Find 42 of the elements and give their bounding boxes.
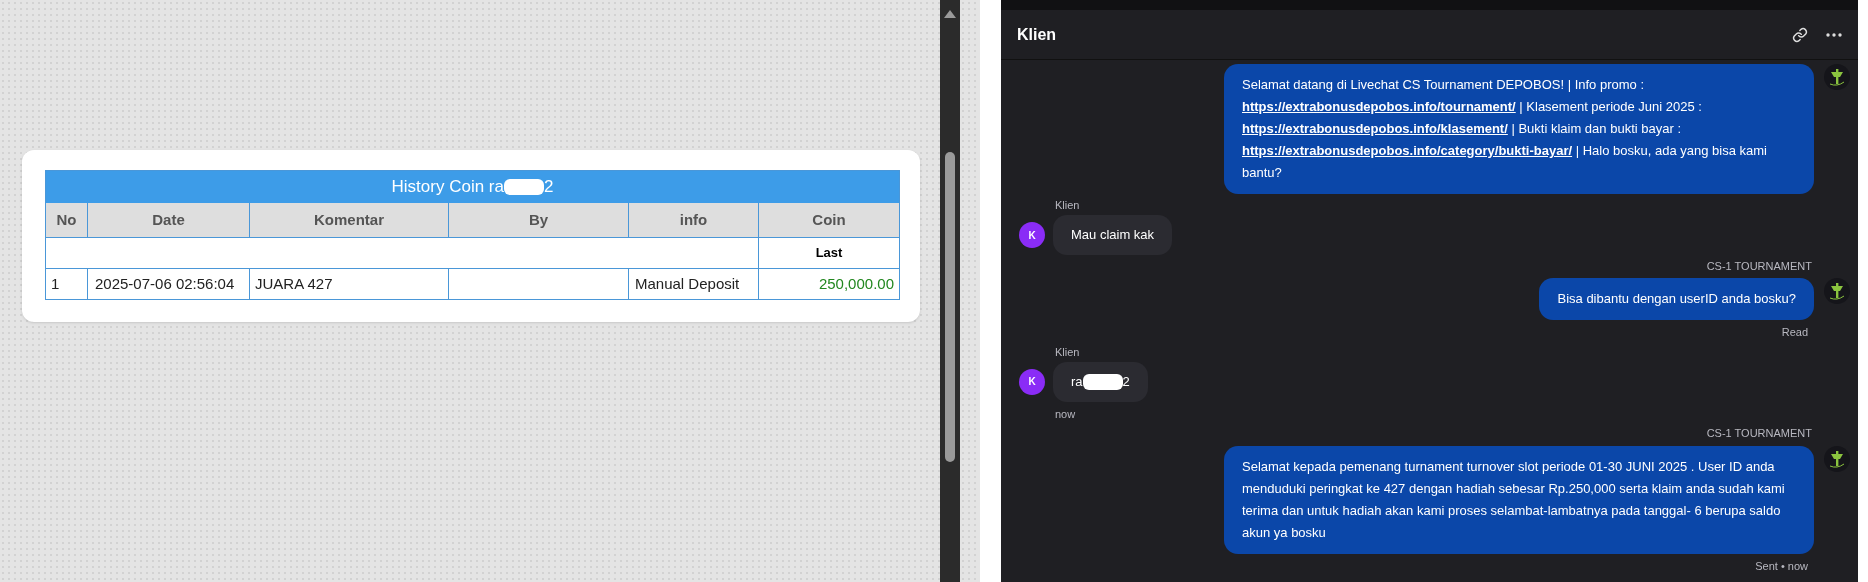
- table-cell: 1: [46, 269, 88, 299]
- logo-icon: [1824, 64, 1850, 90]
- column-header: No: [46, 203, 88, 237]
- sender-name: Klien: [1055, 344, 1080, 360]
- redaction-mark: [503, 179, 544, 195]
- table-cell: JUARA 427: [250, 269, 449, 299]
- table-cell: Manual Deposit: [629, 269, 759, 299]
- table-title: History Coin ra 2: [46, 171, 899, 203]
- scrollbar[interactable]: [940, 0, 960, 582]
- logo-icon: [1824, 278, 1850, 305]
- column-header: Date: [88, 203, 250, 237]
- message-link[interactable]: https://extrabonusdepobos.info/tournament/: [1242, 99, 1516, 114]
- table-cell: 2025-07-06 02:56:04: [88, 269, 250, 299]
- message-text: Selamat kepada pemenang turnament turnover slot periode 01-30 JUNI 2025 . User ID anda menduduki peringkat ke 427 dengan hadiah sebesar Rp.250,000 serta klaim anda sudah kami terima dan untuk hadiah akan kami proses selambat-lambatnya pada tanggal- 6 berupa saldo akun ya bosku: [1242, 457, 1786, 542]
- scrollbar-thumb[interactable]: [945, 152, 955, 462]
- message-text: Selamat datang di Livechat CS Tournament DEPOBOS! | Info promo : https://extrabonusdepobos.info/tournament/ | Klasement periode Juni 2025 : https://extrabonusdepobos.info/klasement/ | Bukti klaim dan bukti bayar : https://extrabonusdepobos.info/category/bukti-bayar/ | Halo bosku, ada yang bisa kami bantu?: [1242, 76, 1768, 182]
- column-header: info: [629, 203, 759, 237]
- sender-name: CS-1 TOURNAMENT: [1706, 258, 1812, 274]
- column-header: By: [449, 203, 629, 237]
- column-header: Coin: [811, 209, 847, 230]
- message-text: 2: [1122, 373, 1130, 392]
- sender-name: Klien: [1055, 197, 1080, 213]
- table-cell-text: Last: [814, 244, 844, 263]
- chat-title: Klien: [1017, 24, 1057, 45]
- message-link[interactable]: https://extrabonusdepobos.info/category/bukti-bayar/: [1242, 143, 1573, 158]
- table-cell-text: 250,000.00: [817, 273, 895, 294]
- sender-name: CS-1 TOURNAMENT: [1706, 426, 1812, 441]
- message-status: Read: [1781, 325, 1808, 341]
- logo-icon: [1824, 445, 1850, 472]
- message-text: Bisa dibantu dengan userID anda bosku?: [1557, 290, 1796, 309]
- link-icon[interactable]: [1792, 26, 1808, 43]
- more-icon[interactable]: [1826, 32, 1842, 37]
- message-link[interactable]: https://extrabonusdepobos.info/klasement/: [1242, 121, 1508, 136]
- column-header: Komentar: [250, 203, 449, 237]
- message-status: now: [1055, 406, 1076, 422]
- message-text: Mau claim kak: [1071, 226, 1155, 245]
- avatar: K: [1019, 222, 1045, 249]
- redaction-mark: [1082, 373, 1123, 390]
- message-text: ra: [1071, 373, 1083, 392]
- message-status: Sent • now: [1755, 558, 1808, 574]
- scroll-up-icon[interactable]: [944, 10, 956, 18]
- avatar: K: [1019, 368, 1045, 395]
